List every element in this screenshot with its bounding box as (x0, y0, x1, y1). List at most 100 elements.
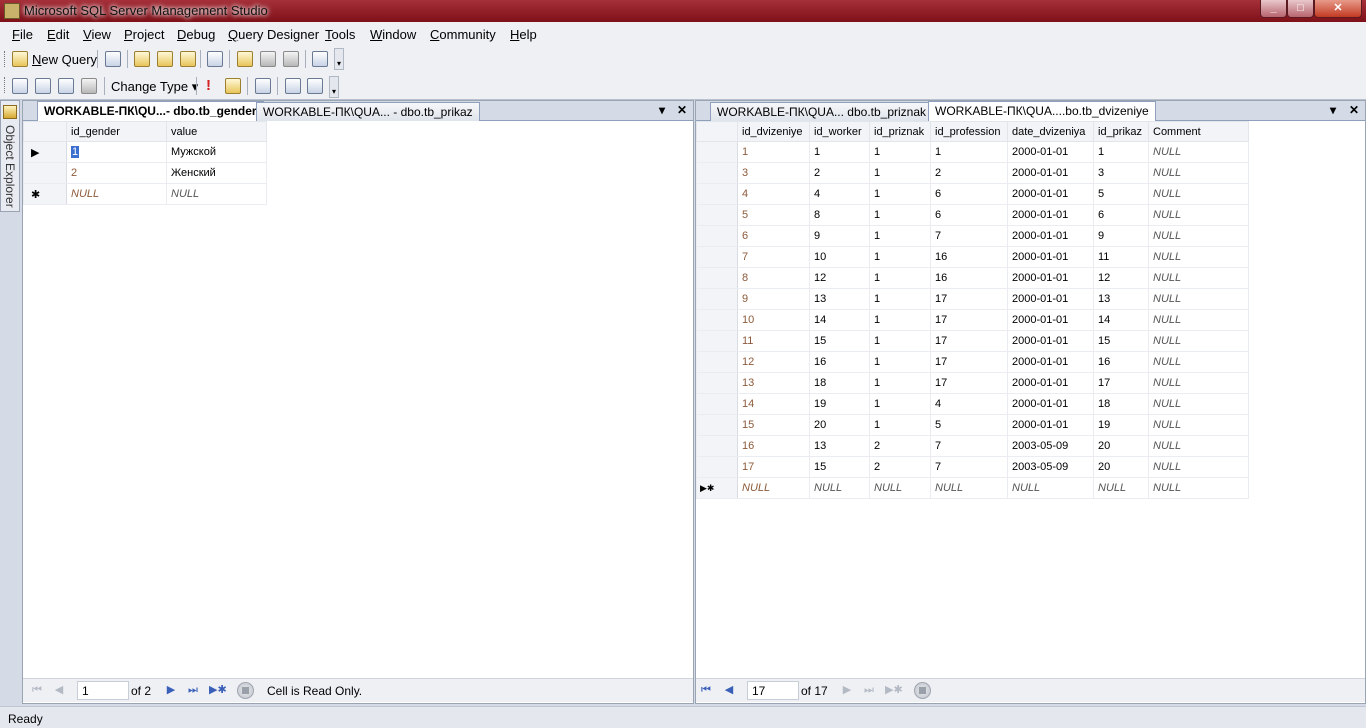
table-cell[interactable]: NULL (166, 183, 267, 205)
table-cell[interactable]: NULL (1148, 372, 1249, 394)
table-cell[interactable]: NULL (66, 183, 167, 205)
table-cell[interactable]: 19 (809, 393, 870, 415)
table-cell[interactable]: 2000-01-01 (1007, 414, 1094, 436)
table-cell[interactable]: 14 (809, 309, 870, 331)
table-cell[interactable]: NULL (1148, 204, 1249, 226)
table-cell[interactable]: 1 (869, 267, 931, 289)
table-cell[interactable]: 1 (869, 288, 931, 310)
show-criteria-pane-icon[interactable] (35, 78, 51, 94)
table-cell[interactable]: 13 (809, 435, 870, 457)
tab-list-dropdown-icon[interactable]: ▾ (1330, 103, 1336, 117)
row-selector[interactable] (696, 162, 738, 184)
table-cell[interactable]: 1 (869, 225, 931, 247)
table-cell[interactable]: 1 (869, 162, 931, 184)
menu-view[interactable]: View (83, 27, 111, 42)
menu-query-designer[interactable]: Query Designer (228, 27, 319, 42)
table-cell[interactable]: 1 (869, 330, 931, 352)
row-selector[interactable] (696, 435, 738, 457)
menu-help[interactable]: Help (510, 27, 537, 42)
table-cell[interactable]: 2000-01-01 (1007, 288, 1094, 310)
table-cell[interactable]: 11 (1093, 246, 1149, 268)
table-row[interactable]: 15 20 1 5 2000-01-01 19 NULL (696, 414, 1249, 436)
row-selector[interactable] (696, 246, 738, 268)
table-cell[interactable]: NULL (1148, 414, 1249, 436)
save-icon[interactable] (260, 51, 276, 67)
table-cell[interactable]: 1 (869, 204, 931, 226)
table-cell[interactable]: 2000-01-01 (1007, 246, 1094, 268)
show-sql-pane-icon[interactable] (58, 78, 74, 94)
current-row-indicator-icon[interactable]: ▶ (23, 141, 67, 163)
table-cell[interactable]: 12 (809, 267, 870, 289)
table-cell[interactable]: 1 (869, 351, 931, 373)
row-selector[interactable] (696, 414, 738, 436)
column-header[interactable]: id_worker (809, 121, 870, 142)
table-cell[interactable]: NULL (1148, 351, 1249, 373)
show-diagram-pane-icon[interactable] (12, 78, 28, 94)
table-row[interactable]: 13 18 1 17 2000-01-01 17 NULL (696, 372, 1249, 394)
table-row[interactable]: 2 Женский (23, 162, 267, 184)
new-record-icon[interactable]: ▶✱ (209, 684, 227, 696)
table-cell[interactable]: 12 (1093, 267, 1149, 289)
table-cell[interactable]: NULL (737, 477, 810, 499)
new-row-indicator-icon[interactable]: ✱ (23, 183, 67, 205)
table-row[interactable]: 17 15 2 7 2003-05-09 20 NULL (696, 456, 1249, 478)
row-selector[interactable] (696, 393, 738, 415)
table-cell[interactable]: 17 (930, 372, 1008, 394)
table-row[interactable]: 11 15 1 17 2000-01-01 15 NULL (696, 330, 1249, 352)
column-header[interactable]: id_prikaz (1093, 121, 1149, 142)
table-cell[interactable]: 20 (809, 414, 870, 436)
activity-monitor-icon[interactable] (312, 51, 328, 67)
table-cell[interactable]: 4 (737, 183, 810, 205)
table-cell[interactable]: NULL (1148, 393, 1249, 415)
table-row[interactable]: 1 1 1 1 2000-01-01 1 NULL (696, 141, 1249, 163)
table-cell[interactable]: NULL (1148, 330, 1249, 352)
open-file-icon[interactable] (237, 51, 253, 67)
table-row[interactable]: 3 2 1 2 2000-01-01 3 NULL (696, 162, 1249, 184)
table-cell[interactable]: 10 (737, 309, 810, 331)
table-cell[interactable]: 9 (809, 225, 870, 247)
table-cell[interactable]: 16 (930, 267, 1008, 289)
table-cell[interactable]: 14 (1093, 309, 1149, 331)
column-header[interactable]: id_dvizeniye (737, 121, 810, 142)
table-cell[interactable]: 16 (930, 246, 1008, 268)
execute-sql-icon[interactable]: ! (206, 77, 211, 94)
tab-tb-prikaz[interactable]: WORKABLE-ПК\QUA... - dbo.tb_prikaz (256, 102, 480, 121)
row-selector[interactable] (23, 162, 67, 184)
table-cell[interactable]: 8 (809, 204, 870, 226)
table-cell[interactable]: 4 (930, 393, 1008, 415)
new-record-icon[interactable]: ▶✱ (885, 684, 903, 696)
table-cell[interactable]: 2 (66, 162, 167, 184)
table-cell[interactable]: 6 (1093, 204, 1149, 226)
table-cell[interactable]: 2 (869, 456, 931, 478)
print-icon[interactable] (283, 51, 299, 67)
column-header[interactable]: id_priznak (869, 121, 931, 142)
analysis-services-dmx-query-icon[interactable] (180, 51, 196, 67)
menu-edit[interactable]: Edit (47, 27, 69, 42)
table-cell[interactable]: 2 (869, 435, 931, 457)
table-cell[interactable]: NULL (1093, 477, 1149, 499)
table-cell[interactable]: NULL (1148, 456, 1249, 478)
row-selector[interactable] (696, 456, 738, 478)
column-header[interactable]: id_gender (66, 121, 167, 142)
table-cell[interactable]: 9 (1093, 225, 1149, 247)
table-cell[interactable]: 2000-01-01 (1007, 267, 1094, 289)
table-cell[interactable]: 1 (869, 183, 931, 205)
table-cell[interactable]: 1 (869, 414, 931, 436)
row-selector[interactable] (696, 225, 738, 247)
next-record-icon[interactable]: ▶ (841, 684, 853, 696)
new-row-indicator-icon[interactable]: ▶✱ (696, 477, 738, 499)
minimize-button[interactable]: _ (1260, 0, 1287, 18)
table-row[interactable]: 16 13 2 7 2003-05-09 20 NULL (696, 435, 1249, 457)
table-cell[interactable]: 2003-05-09 (1007, 456, 1094, 478)
table-cell[interactable]: 1 (869, 141, 931, 163)
tab-tb-priznak[interactable]: WORKABLE-ПК\QUA... dbo.tb_priznak (710, 102, 934, 121)
analysis-services-mdx-query-icon[interactable] (157, 51, 173, 67)
table-row[interactable]: 8 12 1 16 2000-01-01 12 NULL (696, 267, 1249, 289)
table-cell[interactable]: 17 (1093, 372, 1149, 394)
table-cell[interactable]: 2000-01-01 (1007, 183, 1094, 205)
last-record-icon[interactable]: ⏭ (863, 684, 875, 696)
table-cell[interactable]: 18 (809, 372, 870, 394)
table-cell[interactable]: Мужской (166, 141, 267, 163)
table-cell[interactable]: NULL (1148, 162, 1249, 184)
table-row[interactable]: 14 19 1 4 2000-01-01 18 NULL (696, 393, 1249, 415)
